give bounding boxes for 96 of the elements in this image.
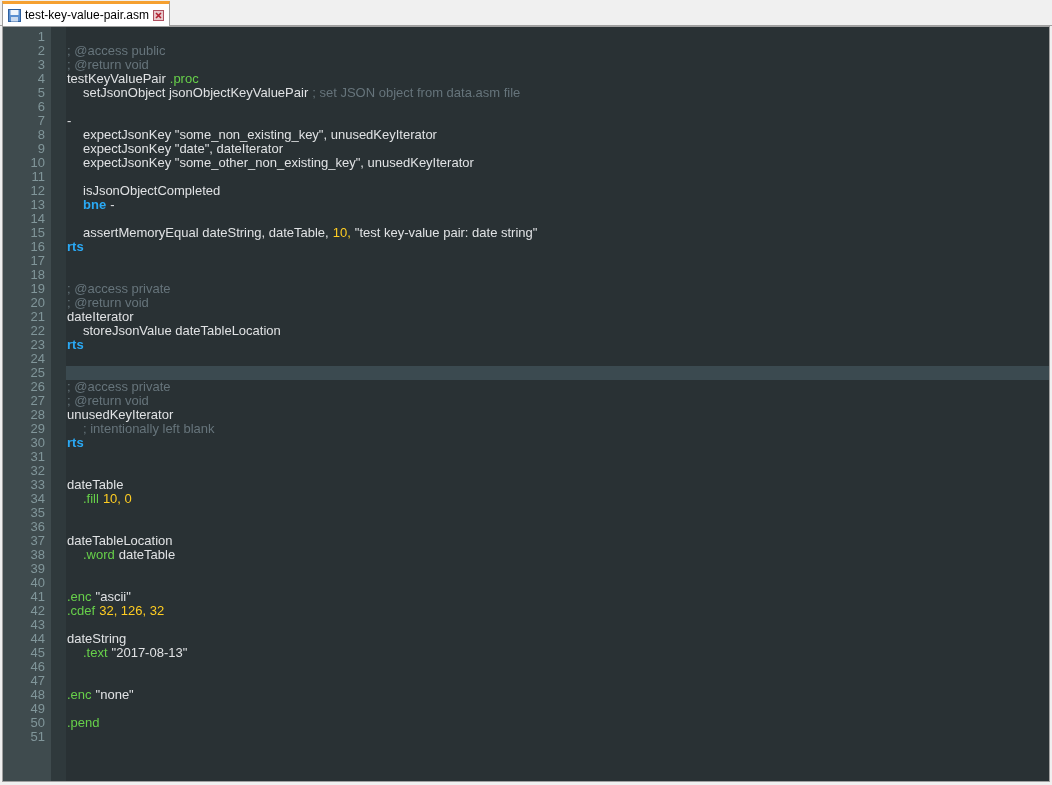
code-text: setJsonObject jsonObjectKeyValuePair [83,86,309,100]
code-text: "test key-value pair: date string" [354,226,538,240]
line-number: 46 [29,660,46,674]
line-number: 20 [29,296,46,310]
code-directive: .pend [67,716,100,730]
line-number: 4 [36,72,46,86]
code-comment: ; @return void [67,58,149,72]
line-number: 15 [29,226,46,240]
line-number: 34 [29,492,46,506]
line-number: 30 [29,436,46,450]
code-keyword: rts [67,240,84,254]
code-text: assertMemoryEqual dateString, dateTable, [83,226,329,240]
code-text: unusedKeyIterator [67,408,174,422]
line-number: 33 [29,478,46,492]
code-text: "ascii" [95,590,131,604]
code-comment: ; @access public [67,44,166,58]
line-number: 43 [29,618,46,632]
code-number: 10, 0 [102,492,132,506]
line-number: 6 [36,100,46,114]
code-keyword: rts [67,338,84,352]
code-directive: .word [83,548,115,562]
line-number: 41 [29,590,46,604]
line-number: 18 [29,268,46,282]
code-comment: ; @return void [67,296,149,310]
code-number: 10, [332,226,351,240]
code-directive: .cdef [67,604,96,618]
code-text: dateString [67,632,127,646]
line-number: 5 [36,86,46,100]
close-icon[interactable] [153,9,165,21]
line-number: 35 [29,506,46,520]
line-number: 1 [36,30,46,44]
code-text: - [110,198,115,212]
line-number: 29 [29,422,46,436]
line-number: 21 [29,310,46,324]
line-number: 44 [29,632,46,646]
code-number: 32, 126, 32 [99,604,165,618]
code-text: dateIterator [67,310,134,324]
code-text: testKeyValuePair [67,72,166,86]
line-number: 45 [29,646,46,660]
code-text: dateTable [67,478,124,492]
line-number: 49 [29,702,46,716]
line-number: 14 [29,212,46,226]
line-number: 31 [29,450,46,464]
code-comment: ; intentionally left blank [83,422,215,436]
line-number: 13 [29,198,46,212]
code-directive: .proc [169,72,199,86]
line-number: 9 [36,142,46,156]
line-number: 39 [29,562,46,576]
line-number: 12 [29,184,46,198]
code-comment: ; @access private [67,282,171,296]
code-text: expectJsonKey "some_non_existing_key", unusedKeyIterator [83,128,437,142]
editor-tab[interactable]: test-key-value-pair.asm [2,1,171,26]
code-text: dateTable [118,548,176,562]
line-number: 27 [29,394,46,408]
code-comment: ; @return void [67,394,149,408]
code-text: dateTableLocation [67,534,173,548]
line-number: 11 [30,170,46,184]
line-number: 2 [36,44,46,58]
code-text: isJsonObjectCompleted [83,184,221,198]
line-number: 17 [29,254,46,268]
line-number: 8 [36,128,46,142]
code-directive: .fill [83,492,99,506]
line-number: 36 [29,520,46,534]
code-text: - [67,114,72,128]
line-number: 38 [29,548,46,562]
line-number: 23 [29,338,46,352]
code-text: "2017-08-13" [111,646,188,660]
line-number: 40 [29,576,46,590]
code-text: "none" [95,688,134,702]
code-directive: .text [83,646,108,660]
line-number: 48 [29,688,46,702]
code-text: expectJsonKey "date", dateIterator [83,142,283,156]
code-comment: ; set JSON object from data.asm file [312,86,521,100]
line-number: 50 [29,716,46,730]
code-keyword: rts [67,436,84,450]
line-number: 19 [29,282,46,296]
line-number: 37 [29,534,46,548]
line-number: 26 [29,380,46,394]
code-text: expectJsonKey "some_other_non_existing_key", unusedKeyIterator [83,156,474,170]
line-number: 51 [29,730,46,744]
line-number: 7 [36,114,46,128]
code-comment: ; @access private [67,380,171,394]
line-number: 32 [29,464,46,478]
line-number: 22 [29,324,46,338]
line-number: 24 [29,352,46,366]
line-number: 10 [29,156,46,170]
line-number: 25 [29,366,46,380]
code-text: storeJsonValue dateTableLocation [83,324,281,338]
line-number: 3 [36,58,46,72]
line-number: 47 [29,674,46,688]
code-directive: .enc [67,688,92,702]
code-directive: .enc [67,590,92,604]
line-number: 28 [29,408,46,422]
code-keyword: bne [83,198,107,212]
line-number: 42 [29,604,46,618]
line-number: 16 [29,240,46,254]
